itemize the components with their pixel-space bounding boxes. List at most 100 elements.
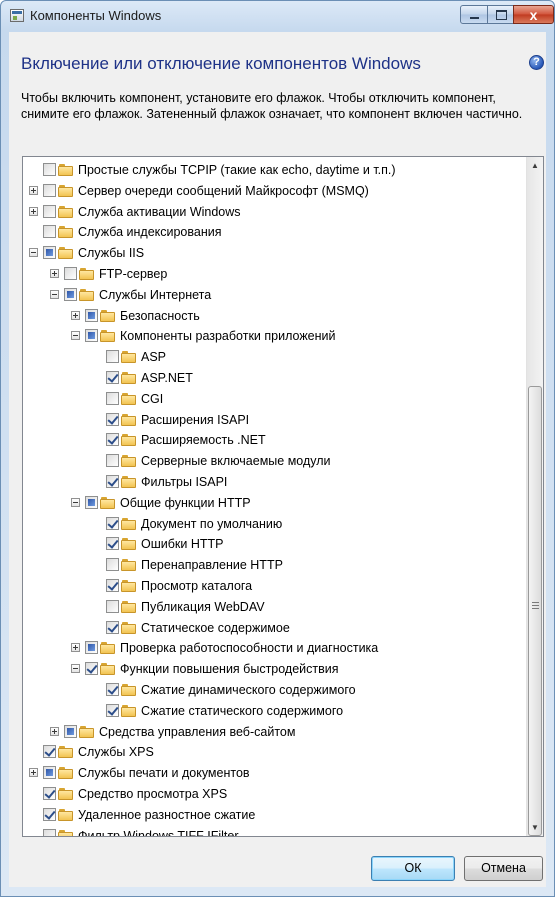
feature-checkbox[interactable]: [106, 454, 119, 468]
tree-item[interactable]: FTP-сервер: [23, 264, 527, 284]
tree-item[interactable]: Фильтры ISAPI: [23, 472, 527, 492]
tree-item[interactable]: Безопасность: [23, 306, 527, 326]
feature-checkbox[interactable]: [106, 599, 119, 613]
tree-item[interactable]: Статическое содержимое: [23, 618, 527, 638]
folder-icon: [58, 163, 74, 177]
feature-checkbox[interactable]: [43, 828, 56, 836]
tree-item-label: Серверные включаемые модули: [141, 454, 331, 469]
folder-icon: [121, 621, 137, 635]
tree-item[interactable]: CGI: [23, 389, 527, 409]
feature-checkbox[interactable]: [106, 412, 119, 426]
collapse-minus-icon[interactable]: [29, 248, 38, 258]
feature-checkbox[interactable]: [64, 267, 77, 280]
tree-item[interactable]: ASP: [23, 347, 527, 367]
tree-item[interactable]: Документ по умолчанию: [23, 514, 527, 534]
feature-checkbox[interactable]: [106, 683, 119, 696]
tree-item[interactable]: Средства управления веб-сайтом: [23, 722, 527, 742]
feature-checkbox[interactable]: [106, 391, 119, 405]
feature-checkbox[interactable]: [43, 246, 56, 260]
maximize-button[interactable]: [487, 5, 514, 24]
tree-item[interactable]: Расширяемость .NET: [23, 430, 527, 450]
tree-item-label: Сжатие статического содержимого: [141, 703, 344, 718]
expand-plus-icon[interactable]: [29, 768, 38, 778]
collapse-minus-icon[interactable]: [71, 497, 80, 507]
tree-item[interactable]: Расширения ISAPI: [23, 410, 527, 430]
scroll-down-arrow-icon[interactable]: ▼: [527, 819, 543, 836]
feature-checkbox[interactable]: [106, 516, 119, 530]
tree-item[interactable]: Служба активации Windows: [23, 202, 527, 222]
tree-item[interactable]: Функции повышения быстродействия: [23, 659, 527, 679]
collapse-minus-icon[interactable]: [71, 331, 80, 341]
expand-plus-icon[interactable]: [71, 310, 80, 320]
help-icon[interactable]: ?: [529, 55, 544, 70]
feature-checkbox[interactable]: [43, 183, 56, 197]
title-bar[interactable]: Компоненты Windows x: [1, 1, 554, 31]
scroll-thumb[interactable]: [528, 386, 542, 836]
feature-checkbox[interactable]: [85, 662, 98, 676]
tree-item[interactable]: Сжатие динамического содержимого: [23, 680, 527, 700]
feature-checkbox[interactable]: [64, 287, 77, 301]
expand-plus-icon[interactable]: [71, 643, 80, 653]
feature-checkbox[interactable]: [106, 579, 119, 592]
expand-plus-icon[interactable]: [29, 185, 38, 195]
feature-checkbox[interactable]: [106, 475, 119, 488]
tree-item[interactable]: Общие функции HTTP: [23, 493, 527, 513]
tree-item[interactable]: Удаленное разностное сжатие: [23, 805, 527, 825]
tree-item[interactable]: Простые службы TCPIP (такие как echo, da…: [23, 160, 527, 180]
feature-checkbox[interactable]: [43, 766, 56, 780]
feature-checkbox[interactable]: [43, 787, 56, 800]
tree-item[interactable]: Компоненты разработки приложений: [23, 326, 527, 346]
collapse-minus-icon[interactable]: [50, 289, 59, 299]
tree-item[interactable]: Средство просмотра XPS: [23, 784, 527, 804]
feature-checkbox[interactable]: [85, 495, 98, 509]
vertical-scrollbar[interactable]: ▲ ▼: [526, 157, 543, 836]
tree-item[interactable]: ASP.NET: [23, 368, 527, 388]
instructions-text: Чтобы включить компонент, установите его…: [21, 91, 523, 121]
ok-button[interactable]: ОК: [371, 856, 455, 881]
feature-checkbox[interactable]: [43, 225, 56, 239]
tree-item[interactable]: Проверка работоспособности и диагностика: [23, 638, 527, 658]
feature-checkbox[interactable]: [85, 329, 98, 343]
scroll-up-arrow-icon[interactable]: ▲: [527, 157, 543, 174]
feature-checkbox[interactable]: [43, 163, 56, 176]
tree-item[interactable]: Фильтр Windows TIFF IFilter: [23, 826, 527, 837]
folder-icon: [121, 392, 137, 406]
tree-item-label: Фильтр Windows TIFF IFilter: [78, 828, 239, 837]
feature-checkbox[interactable]: [106, 371, 119, 384]
expand-plus-icon[interactable]: [50, 726, 59, 736]
tree-item[interactable]: Серверные включаемые модули: [23, 451, 527, 471]
tree-item[interactable]: Службы XPS: [23, 742, 527, 762]
feature-checkbox[interactable]: [85, 308, 98, 322]
tree-item[interactable]: Службы печати и документов: [23, 763, 527, 783]
feature-checkbox[interactable]: [106, 558, 119, 572]
folder-icon: [79, 725, 95, 739]
tree-item[interactable]: Просмотр каталога: [23, 576, 527, 596]
collapse-minus-icon[interactable]: [71, 664, 80, 674]
feature-checkbox[interactable]: [106, 433, 119, 447]
tree-item[interactable]: Службы Интернета: [23, 285, 527, 305]
folder-icon: [121, 413, 137, 427]
tree-item[interactable]: Публикация WebDAV: [23, 597, 527, 617]
feature-checkbox[interactable]: [85, 641, 98, 655]
feature-checkbox[interactable]: [43, 807, 56, 821]
cancel-button[interactable]: Отмена: [464, 856, 543, 881]
expand-plus-icon[interactable]: [29, 206, 38, 216]
feature-checkbox[interactable]: [106, 620, 119, 634]
folder-icon: [58, 745, 74, 759]
feature-checkbox[interactable]: [43, 204, 56, 218]
tree-item[interactable]: Служба индексирования: [23, 222, 527, 242]
feature-checkbox[interactable]: [64, 724, 77, 738]
minimize-button[interactable]: [460, 5, 488, 24]
tree-item[interactable]: Ошибки HTTP: [23, 534, 527, 554]
feature-checkbox[interactable]: [106, 350, 119, 364]
expand-plus-icon[interactable]: [50, 269, 59, 278]
tree-item[interactable]: Службы IIS: [23, 243, 527, 263]
tree-item[interactable]: Сжатие статического содержимого: [23, 701, 527, 721]
features-tree[interactable]: Простые службы TCPIP (такие как echo, da…: [22, 156, 544, 837]
tree-item[interactable]: Сервер очереди сообщений Майкрософт (MSM…: [23, 181, 527, 201]
tree-item[interactable]: Перенаправление HTTP: [23, 555, 527, 575]
close-button[interactable]: x: [513, 5, 554, 24]
feature-checkbox[interactable]: [106, 703, 119, 717]
feature-checkbox[interactable]: [106, 537, 119, 551]
feature-checkbox[interactable]: [43, 745, 56, 759]
